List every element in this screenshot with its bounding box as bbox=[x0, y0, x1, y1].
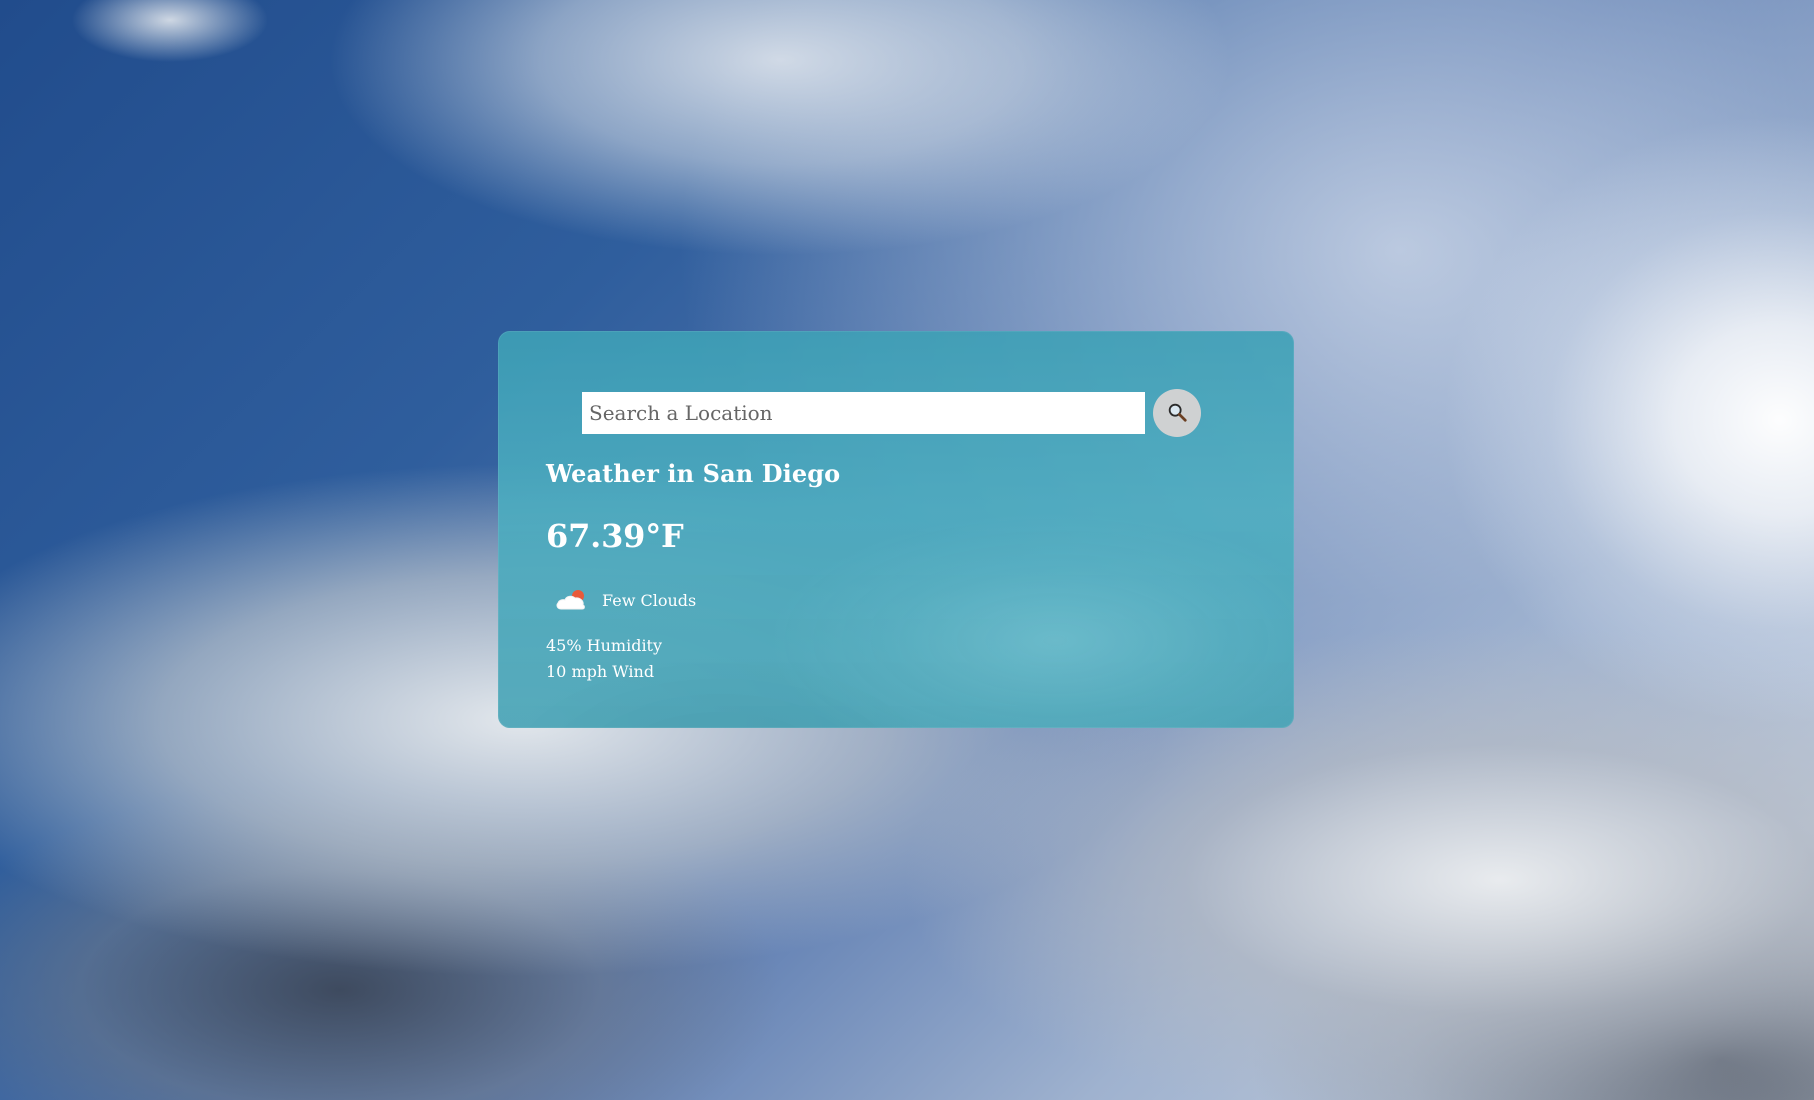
search-input[interactable] bbox=[582, 392, 1145, 434]
weather-details: 45% Humidity 10 mph Wind bbox=[546, 633, 662, 685]
wind-text: 10 mph Wind bbox=[546, 662, 655, 681]
weather-card: Weather in San Diego 67.39°F Few Clouds … bbox=[498, 331, 1294, 728]
weather-title: Weather in San Diego bbox=[546, 459, 841, 488]
temperature-value: 67.39°F bbox=[546, 517, 684, 555]
weather-condition: Few Clouds bbox=[554, 587, 696, 613]
search-icon bbox=[1166, 401, 1188, 426]
humidity-text: 45% Humidity bbox=[546, 636, 663, 655]
search-bar bbox=[582, 388, 1202, 438]
few-clouds-icon bbox=[554, 587, 590, 613]
search-button[interactable] bbox=[1153, 389, 1201, 437]
condition-text: Few Clouds bbox=[602, 590, 697, 610]
